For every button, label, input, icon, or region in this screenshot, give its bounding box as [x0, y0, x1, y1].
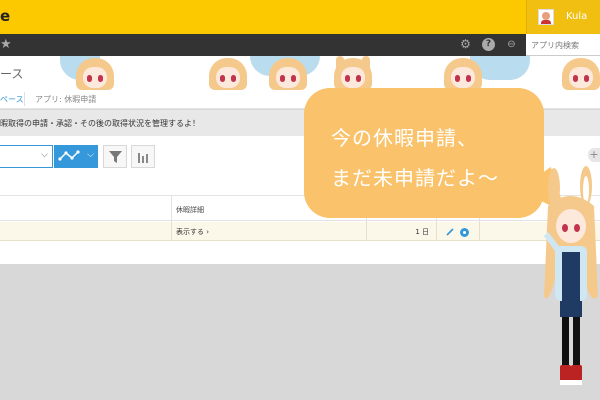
app-logo[interactable]: e: [0, 7, 10, 25]
column-header-detail: 休暇詳細: [176, 206, 204, 214]
user-menu[interactable]: Kula: [526, 0, 600, 34]
username: Kula: [566, 11, 588, 22]
character-illustration: [440, 58, 486, 90]
star-icon[interactable]: ★: [0, 37, 12, 52]
app-banner: ース: [0, 56, 600, 90]
chevron-down-icon: ⌵: [87, 150, 94, 160]
character-illustration: [265, 58, 311, 90]
days-value: 1 日: [415, 228, 429, 236]
global-header: e: [0, 0, 600, 34]
filter-button[interactable]: [103, 145, 127, 168]
detail-icon[interactable]: [460, 228, 469, 237]
speech-line-2: まだ未申請だよ～: [331, 166, 499, 190]
avatar: [538, 9, 554, 25]
banner-title: ース: [0, 67, 24, 81]
app-search-input[interactable]: アプリ内検索: [526, 34, 600, 56]
view-select[interactable]: ⌵: [0, 145, 53, 168]
breadcrumb-space-link[interactable]: ペース: [0, 94, 24, 105]
app-description-text: 暇取得の申請・承認・その後の取得状況を管理するよ！: [0, 119, 200, 128]
character-illustration: [205, 58, 251, 90]
chevron-down-icon: ⌵: [41, 150, 48, 160]
line-graph-icon: [58, 150, 80, 161]
table-row[interactable]: 表示する › 1 日: [0, 222, 600, 241]
link-icon[interactable]: ⊖: [505, 38, 518, 51]
gear-icon[interactable]: ⚙: [459, 38, 472, 51]
app-search-placeholder: アプリ内検索: [531, 41, 579, 50]
character-illustration: [330, 56, 376, 90]
help-icon[interactable]: ?: [482, 38, 495, 51]
edit-icon[interactable]: [446, 228, 454, 236]
add-record-button[interactable]: +: [588, 148, 600, 162]
bar-chart-icon: [138, 153, 148, 163]
character-illustration: [72, 58, 118, 90]
mascot-character: [544, 166, 598, 385]
detail-link[interactable]: 表示する ›: [176, 227, 209, 237]
speech-line-1: 今の休暇申請、: [331, 126, 478, 150]
breadcrumb-app: アプリ: 休暇申請: [35, 95, 97, 104]
filter-icon: [109, 151, 122, 163]
speech-bubble: 今の休暇申請、 まだ未申請だよ～: [304, 88, 544, 218]
graph-settings-button[interactable]: [131, 145, 155, 168]
app-toolbar: ★ ⚙ ? ⊖: [0, 34, 526, 56]
character-illustration: [558, 58, 600, 90]
graph-button[interactable]: ⌵: [54, 145, 98, 168]
